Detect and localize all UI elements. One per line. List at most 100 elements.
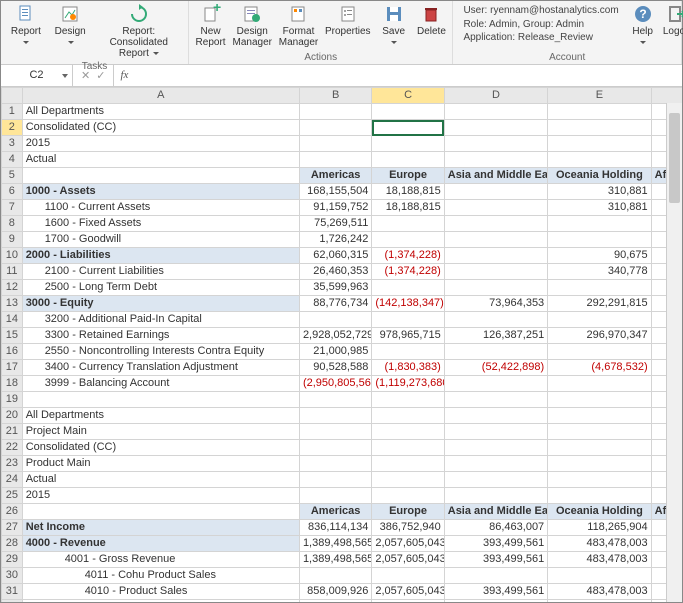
cell-A2[interactable]: Consolidated (CC) [22, 120, 299, 136]
cell-E6[interactable]: 310,881 [548, 184, 651, 200]
row-14[interactable]: 143200 - Additional Paid-In Capital [2, 312, 683, 328]
row-16[interactable]: 162550 - Noncontrolling Interests Contra… [2, 344, 683, 360]
cell-B18[interactable]: (2,950,805,568) [299, 376, 371, 392]
name-box[interactable]: C2 [1, 65, 73, 86]
cell-D11[interactable] [444, 264, 547, 280]
cell-D2[interactable] [444, 120, 547, 136]
cell-B13[interactable]: 88,776,734 [299, 296, 371, 312]
col-header-E[interactable]: E [548, 88, 651, 104]
cell-E22[interactable] [548, 440, 651, 456]
cell-C21[interactable] [372, 424, 444, 440]
row-header-10[interactable]: 10 [2, 248, 23, 264]
row-22[interactable]: 22Consolidated (CC) [2, 440, 683, 456]
cell-B9[interactable]: 1,726,242 [299, 232, 371, 248]
row-header-2[interactable]: 2 [2, 120, 23, 136]
row-header-5[interactable]: 5 [2, 168, 23, 184]
cell-D13[interactable]: 73,964,353 [444, 296, 547, 312]
cell-B14[interactable] [299, 312, 371, 328]
col-header-B[interactable]: B [299, 88, 371, 104]
cell-A14[interactable]: 3200 - Additional Paid-In Capital [22, 312, 299, 328]
row-header-32[interactable]: 32 [2, 600, 23, 603]
row-header-31[interactable]: 31 [2, 584, 23, 600]
cell-C28[interactable]: 2,057,605,043 [372, 536, 444, 552]
row-header-21[interactable]: 21 [2, 424, 23, 440]
row-header-19[interactable]: 19 [2, 392, 23, 408]
format-manager-button[interactable]: FormatManager [276, 2, 320, 50]
cell-B30[interactable] [299, 568, 371, 584]
formula-input[interactable] [134, 68, 682, 84]
cell-C15[interactable]: 978,965,715 [372, 328, 444, 344]
cell-E10[interactable]: 90,675 [548, 248, 651, 264]
cell-C14[interactable] [372, 312, 444, 328]
cell-A22[interactable]: Consolidated (CC) [22, 440, 299, 456]
cell-D21[interactable] [444, 424, 547, 440]
cell-D26[interactable]: Asia and Middle Eas [444, 504, 547, 520]
cell-D5[interactable]: Asia and Middle Eas [444, 168, 547, 184]
cell-D3[interactable] [444, 136, 547, 152]
cell-E27[interactable]: 118,265,904 [548, 520, 651, 536]
row-header-9[interactable]: 9 [2, 232, 23, 248]
cell-B5[interactable]: Americas [299, 168, 371, 184]
cell-E13[interactable]: 292,291,815 [548, 296, 651, 312]
cell-D1[interactable] [444, 104, 547, 120]
cell-B10[interactable]: 62,060,315 [299, 248, 371, 264]
cell-C22[interactable] [372, 440, 444, 456]
row-header-4[interactable]: 4 [2, 152, 23, 168]
cell-C24[interactable] [372, 472, 444, 488]
row-9[interactable]: 91700 - Goodwill1,726,242 [2, 232, 683, 248]
col-header-D[interactable]: D [444, 88, 547, 104]
cell-C5[interactable]: Europe [372, 168, 444, 184]
corner-cell[interactable] [2, 88, 23, 104]
row-31[interactable]: 314010 - Product Sales858,009,9262,057,6… [2, 584, 683, 600]
cell-C1[interactable] [372, 104, 444, 120]
cell-D15[interactable]: 126,387,251 [444, 328, 547, 344]
cell-D32[interactable] [444, 600, 547, 603]
cell-C4[interactable] [372, 152, 444, 168]
col-header-C[interactable]: C [372, 88, 444, 104]
cell-A6[interactable]: 1000 - Assets [22, 184, 299, 200]
row-1[interactable]: 1All Departments [2, 104, 683, 120]
cell-E9[interactable] [548, 232, 651, 248]
row-header-1[interactable]: 1 [2, 104, 23, 120]
cell-E2[interactable] [548, 120, 651, 136]
cell-B28[interactable]: 1,389,498,565 [299, 536, 371, 552]
fx-icon[interactable]: fx [113, 65, 134, 86]
cell-B12[interactable]: 35,599,963 [299, 280, 371, 296]
cell-D29[interactable]: 393,499,561 [444, 552, 547, 568]
cell-D23[interactable] [444, 456, 547, 472]
row-header-26[interactable]: 26 [2, 504, 23, 520]
cell-E3[interactable] [548, 136, 651, 152]
cell-B23[interactable] [299, 456, 371, 472]
cell-D22[interactable] [444, 440, 547, 456]
delete-button[interactable]: Delete [414, 2, 448, 39]
cell-A23[interactable]: Product Main [22, 456, 299, 472]
row-7[interactable]: 71100 - Current Assets91,159,75218,188,8… [2, 200, 683, 216]
cell-B29[interactable]: 1,389,498,565 [299, 552, 371, 568]
cell-A15[interactable]: 3300 - Retained Earnings [22, 328, 299, 344]
cell-E8[interactable] [548, 216, 651, 232]
cell-C29[interactable]: 2,057,605,043 [372, 552, 444, 568]
cell-E19[interactable] [548, 392, 651, 408]
cell-D20[interactable] [444, 408, 547, 424]
cell-D31[interactable]: 393,499,561 [444, 584, 547, 600]
cell-A9[interactable]: 1700 - Goodwill [22, 232, 299, 248]
cell-D30[interactable] [444, 568, 547, 584]
row-header-7[interactable]: 7 [2, 200, 23, 216]
cell-B16[interactable]: 21,000,985 [299, 344, 371, 360]
row-27[interactable]: 27Net Income836,114,134386,752,94086,463… [2, 520, 683, 536]
cancel-icon[interactable]: ✕ [81, 69, 90, 82]
accept-icon[interactable]: ✓ [96, 69, 105, 82]
cell-C32[interactable] [372, 600, 444, 603]
row-header-25[interactable]: 25 [2, 488, 23, 504]
cell-D18[interactable] [444, 376, 547, 392]
cell-E29[interactable]: 483,478,003 [548, 552, 651, 568]
cell-B7[interactable]: 91,159,752 [299, 200, 371, 216]
cell-D24[interactable] [444, 472, 547, 488]
row-29[interactable]: 294001 - Gross Revenue1,389,498,5652,057… [2, 552, 683, 568]
cell-D7[interactable] [444, 200, 547, 216]
cell-C10[interactable]: (1,374,228) [372, 248, 444, 264]
cell-A20[interactable]: All Departments [22, 408, 299, 424]
row-19[interactable]: 19 [2, 392, 683, 408]
row-header-18[interactable]: 18 [2, 376, 23, 392]
cell-C27[interactable]: 386,752,940 [372, 520, 444, 536]
